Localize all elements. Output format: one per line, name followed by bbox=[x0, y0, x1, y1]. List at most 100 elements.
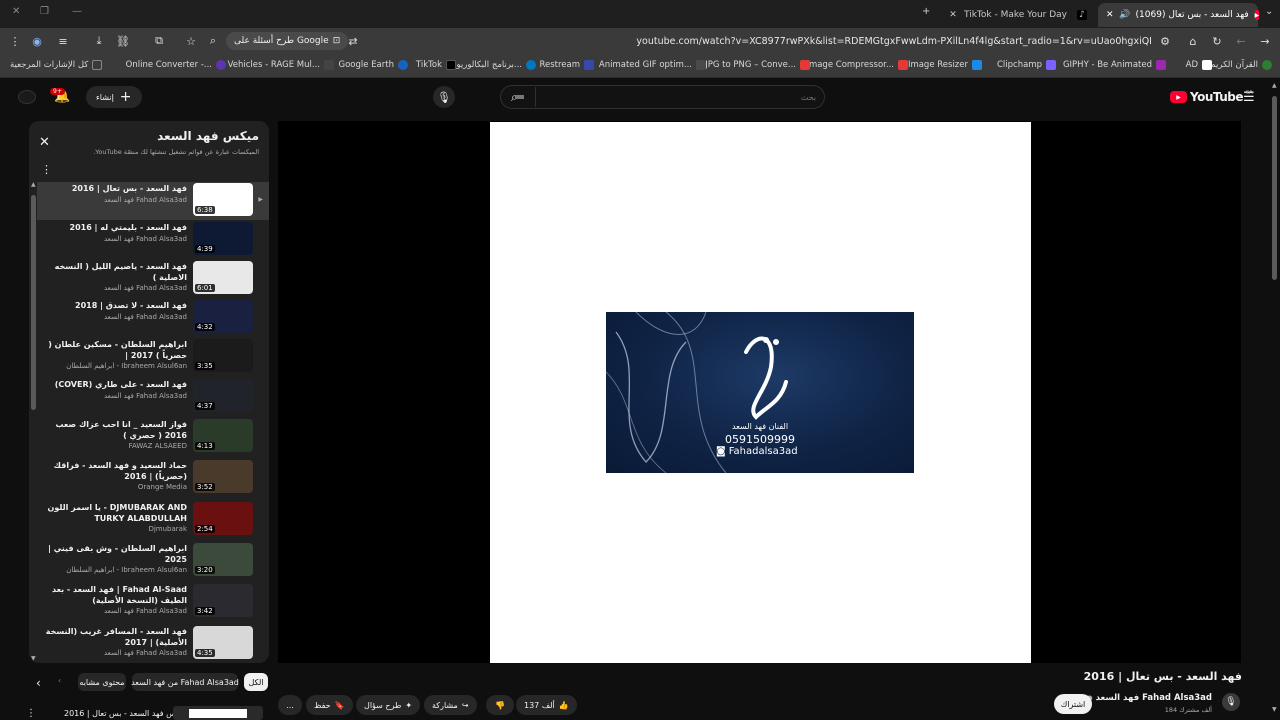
list-item[interactable]: 6:38 فهد السعد - بس تعال | 2016 فهد السعد … bbox=[37, 183, 263, 221]
notifications-badge: 9+ bbox=[50, 88, 65, 95]
list-item[interactable]: 2:54 DJMUBARAK AND - يا اسمر اللون TURKY … bbox=[37, 502, 259, 540]
video-thumbnail: 4:39 bbox=[193, 222, 253, 255]
list-item[interactable]: 3:20 ابراهيم السلطان - وش بقى فيني | 2025… bbox=[37, 543, 259, 581]
scroll-down-icon[interactable]: ▼ bbox=[31, 655, 36, 662]
scrollbar-thumb[interactable] bbox=[1272, 96, 1277, 280]
avatar[interactable] bbox=[18, 90, 36, 104]
scroll-up-icon[interactable]: ▲ bbox=[1272, 82, 1277, 89]
bookmark-item[interactable]: Image Resizer bbox=[908, 60, 982, 70]
more-menu-icon[interactable]: ⋮ bbox=[8, 34, 22, 48]
scroll-up-icon[interactable]: ▲ bbox=[31, 181, 36, 188]
bookmark-item[interactable]: Online Converter -... bbox=[126, 60, 226, 70]
bookmark-item[interactable]: Vehicles - RAGE Mul... bbox=[228, 60, 334, 70]
bookmark-label: Image Resizer bbox=[907, 60, 968, 70]
list-item[interactable]: 6:01 فهد السعد - ياصيم الليل ( النسخه الا… bbox=[37, 261, 259, 299]
search-box[interactable]: ⌕ bbox=[500, 85, 825, 109]
channel-name[interactable]: ● فهد السعد Fahad Alsa3ad bbox=[1087, 693, 1212, 703]
bookmark-item[interactable]: Restream bbox=[539, 60, 594, 70]
minimize-window-icon[interactable]: — bbox=[72, 6, 82, 17]
tab-youtube[interactable]: ✕ 🔊 (1069) فهد السعد - بس تعال ▶ bbox=[1098, 3, 1260, 27]
downloads-icon[interactable]: ⤓ bbox=[92, 34, 106, 48]
tab-search-icon[interactable]: ⌄ bbox=[1265, 6, 1273, 17]
bookmark-item[interactable]: القرآن الكريم bbox=[1210, 60, 1272, 70]
share-button[interactable]: مشاركة ↪ bbox=[424, 695, 477, 715]
url-field[interactable]: youtube.com/watch?v=XC8977rwPXk&list=RDE… bbox=[620, 36, 1152, 47]
list-item[interactable]: 3:35 ابراهيم السلطان - مسكين علطان ( حصري… bbox=[37, 339, 259, 377]
item-channel: فهد السعد Fahad Alsa3ad bbox=[103, 607, 187, 615]
bookmark-item[interactable]: TikTok bbox=[416, 60, 456, 70]
back-icon[interactable]: → bbox=[1258, 34, 1272, 48]
tune-icon[interactable]: ⚙ bbox=[1158, 34, 1172, 48]
close-window-icon[interactable]: ✕ bbox=[12, 6, 20, 17]
list-item[interactable]: 4:32 فهد السعد - لا تصدق | 2018 فهد السعد … bbox=[37, 300, 259, 338]
youtube-logo[interactable]: ▶ YouTube SA bbox=[1170, 90, 1253, 104]
mini-player-preview[interactable] bbox=[173, 706, 263, 720]
list-item[interactable]: 4:13 فواز السعيد _ انا احب عزاك صعب 2016 … bbox=[37, 419, 259, 457]
like-button[interactable]: 137 ألف 👍 bbox=[516, 695, 577, 715]
dislike-button[interactable]: 👎 bbox=[486, 695, 514, 715]
scrollbar-thumb[interactable] bbox=[31, 195, 36, 410]
save-button[interactable]: حفظ 🔖 bbox=[306, 695, 353, 715]
extensions-icon[interactable]: ⧉ bbox=[152, 34, 166, 48]
list-item[interactable]: 4:35 فهد السعد - المسافر غريب (النسخة الأ… bbox=[37, 626, 259, 663]
list-item[interactable]: 3:52 حماد السعيد و فهد السعد - فراقك (حصر… bbox=[37, 460, 259, 498]
bookmark-item[interactable]: JPG to PNG – Conve... bbox=[705, 60, 810, 70]
more-actions-button[interactable]: ... bbox=[278, 695, 302, 715]
list-item[interactable]: 4:39 فهد السعد - بليمتي له | 2016 فهد السع… bbox=[37, 222, 259, 260]
bookmark-item[interactable]: Animated GIF optim... bbox=[599, 60, 706, 70]
site-info-icon[interactable]: ⇄ bbox=[346, 34, 360, 48]
forward-icon[interactable]: ← bbox=[1234, 34, 1248, 48]
hamburger-menu-icon[interactable]: ☰ bbox=[1243, 90, 1255, 105]
reading-list-icon[interactable]: ≡ bbox=[56, 34, 70, 48]
mini-menu-icon[interactable]: ⋮ bbox=[26, 708, 36, 719]
list-item[interactable]: 3:42 Fahad Al-Saad | فهد السعد - بعد الطي… bbox=[37, 584, 259, 622]
profile-icon[interactable]: ◉ bbox=[30, 34, 44, 48]
channel-avatar[interactable]: 🎙 bbox=[1222, 693, 1240, 711]
list-item[interactable]: 4:37 فهد السعد - على طاري (COVER) فهد السع… bbox=[37, 379, 259, 417]
keyboard-icon[interactable] bbox=[515, 95, 524, 99]
bookmark-item[interactable]: برنامج البكالوريوس... bbox=[446, 60, 536, 70]
close-icon[interactable]: ✕ bbox=[948, 10, 958, 20]
google-search-chip[interactable]: طرح أسئلة على Google ⊡ bbox=[226, 32, 349, 50]
chip-scroll-left-icon[interactable]: ‹ bbox=[36, 676, 41, 690]
subscribe-button[interactable]: اشتراك bbox=[1054, 694, 1092, 714]
bookmark-favicon-icon bbox=[446, 60, 456, 70]
bookmark-item[interactable]: Image Compressor... bbox=[806, 60, 908, 70]
audio-playing-icon[interactable]: 🔊 bbox=[1119, 10, 1130, 20]
restore-window-icon[interactable]: ❐ bbox=[40, 6, 49, 17]
zoom-icon[interactable]: ⌕ bbox=[206, 34, 220, 48]
playlist-menu-icon[interactable]: ⋮ bbox=[41, 163, 52, 176]
duration-badge: 3:52 bbox=[195, 483, 215, 491]
close-icon[interactable]: ✕ bbox=[39, 135, 50, 150]
home-icon[interactable]: ⌂ bbox=[1186, 34, 1200, 48]
bookmark-item[interactable]: Google Earth bbox=[339, 60, 408, 70]
chip-from-channel[interactable]: من فهد السعد Fahad Alsa3ad bbox=[131, 673, 239, 691]
close-icon[interactable]: ✕ bbox=[1106, 10, 1114, 20]
video-thumbnail: 4:37 bbox=[193, 379, 253, 412]
tab-tiktok[interactable]: ✕ TikTok - Make Your Day ♪ bbox=[940, 3, 1095, 27]
save-label: حفظ bbox=[314, 700, 331, 710]
bookmark-label: Google Earth bbox=[338, 60, 394, 70]
scroll-down-icon[interactable]: ▼ bbox=[1272, 706, 1277, 713]
chip-related[interactable]: محتوى مشابه bbox=[78, 673, 126, 691]
reload-icon[interactable]: ↻ bbox=[1210, 34, 1224, 48]
page-scrollbar[interactable]: ▲ ▼ bbox=[1271, 82, 1279, 716]
bookmark-label: TikTok bbox=[415, 60, 442, 70]
browser-tab-strip: ✕ ❐ — + ✕ TikTok - Make Your Day ♪ ✕ 🔊 (… bbox=[0, 0, 1280, 28]
chip-all[interactable]: الكل bbox=[244, 673, 268, 691]
search-input[interactable] bbox=[556, 90, 816, 104]
voice-search-icon[interactable]: 🎙 bbox=[433, 86, 455, 108]
bookmark-star-icon[interactable]: ☆ bbox=[184, 34, 198, 48]
ask-button[interactable]: طرح سؤال ✦ bbox=[356, 695, 421, 715]
bookmark-item[interactable]: AD bbox=[1186, 60, 1212, 70]
bookmark-item[interactable]: Clipchamp bbox=[997, 60, 1056, 70]
scrollbar[interactable]: ▲ ▼ bbox=[31, 181, 36, 662]
item-title: Fahad Al-Saad | فهد السعد - بعد الطيف (ا… bbox=[51, 585, 187, 605]
bookmark-item[interactable]: GIPHY - Be Animated bbox=[1063, 60, 1166, 70]
bookmark-label: Vehicles - RAGE Mul... bbox=[227, 60, 320, 70]
new-tab-icon[interactable]: + bbox=[922, 6, 930, 17]
create-button[interactable]: إنشاء + bbox=[86, 86, 142, 108]
link-icon[interactable]: ⛓ bbox=[116, 34, 130, 48]
all-bookmarks[interactable]: كل الإشارات المرجعية bbox=[10, 60, 103, 70]
playlist-subtitle: الميكسات عبارة عن قوائم تشغيل تنشئها لك … bbox=[93, 148, 259, 156]
